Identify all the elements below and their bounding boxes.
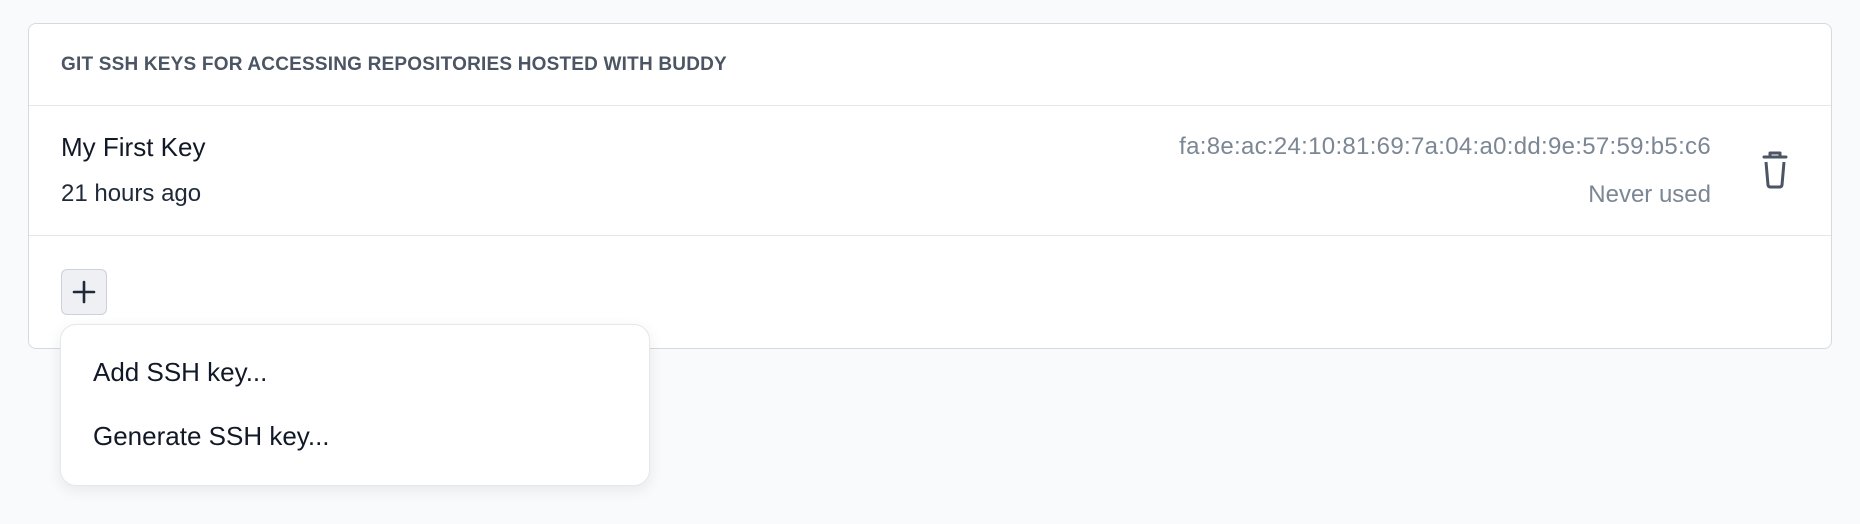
- key-usage-status: Never used: [1588, 181, 1711, 208]
- key-created-time: 21 hours ago: [61, 180, 202, 207]
- trash-icon: [1762, 151, 1788, 189]
- delete-key-button[interactable]: [1757, 150, 1793, 190]
- section-title: GIT SSH KEYS FOR ACCESSING REPOSITORIES …: [61, 53, 727, 75]
- ssh-keys-card: GIT SSH KEYS FOR ACCESSING REPOSITORIES …: [28, 23, 1832, 349]
- menu-item-generate-ssh-key[interactable]: Generate SSH key...: [93, 421, 330, 452]
- key-name: My First Key: [61, 132, 206, 162]
- key-fingerprint: fa:8e:ac:24:10:81:69:7a:04:a0:dd:9e:57:5…: [1179, 133, 1711, 160]
- add-key-dropdown-menu: Add SSH key... Generate SSH key...: [60, 324, 650, 486]
- card-header: GIT SSH KEYS FOR ACCESSING REPOSITORIES …: [29, 24, 1831, 106]
- add-key-button[interactable]: [61, 269, 107, 315]
- menu-item-add-ssh-key[interactable]: Add SSH key...: [93, 357, 267, 388]
- plus-icon: [72, 280, 96, 304]
- ssh-key-row: My First Key 21 hours ago fa:8e:ac:24:10…: [29, 106, 1831, 236]
